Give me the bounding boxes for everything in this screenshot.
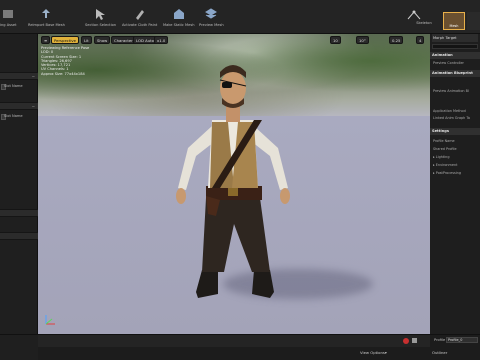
lighting-category[interactable]: ▸ Lighting	[433, 155, 450, 159]
panel-divider	[0, 232, 38, 240]
animation-blueprint-section-header[interactable]: Animation Blueprint	[430, 70, 480, 77]
lit-button[interactable]: Lit	[81, 36, 92, 44]
grid-snap-button[interactable]: 10	[330, 36, 341, 44]
left-panel-footer	[0, 335, 38, 360]
playback-speed-button[interactable]: x1.0	[154, 36, 169, 44]
profile-dropdown[interactable]: Profile_0	[446, 337, 478, 343]
timeline-bar[interactable]	[38, 335, 430, 347]
collapse-icon[interactable]: −	[32, 74, 35, 79]
profile-label: Profile	[434, 338, 446, 342]
preview-mesh-button[interactable]: Preview Mesh	[199, 8, 224, 32]
linked-anim-graph-row: Linked Anim Graph Ta	[433, 116, 470, 120]
preview-anim-bp-row: Preview Animation Bl	[433, 89, 469, 93]
section-selection-button[interactable]: Section Selection	[85, 8, 116, 32]
animation-mode-button[interactable]	[467, 12, 480, 30]
section-selection-label: Section Selection	[85, 23, 117, 27]
preview-mesh-icon	[205, 8, 218, 19]
asset-details-panel: − Slot Name − Slot Name	[0, 34, 38, 360]
cloth-paint-icon	[135, 10, 144, 20]
viewport-toolbar: ≡ Perspective Lit Show Character LOD Aut…	[38, 34, 430, 46]
asset-button[interactable]: ing Asset	[0, 8, 17, 32]
rotation-snap-button[interactable]: 10°	[356, 36, 369, 44]
postprocessing-category[interactable]: ▸ PostProcessing	[433, 171, 461, 175]
make-static-mesh-label: Make Static Mesh	[163, 23, 195, 27]
preview-controller-label: Preview Controller	[433, 61, 464, 65]
record-icon[interactable]	[403, 338, 409, 344]
reimport-label: Reimport Base Mesh	[28, 23, 65, 27]
stat-line: Approx Size: 77x44x184	[41, 71, 85, 76]
slot-name-label: Slot Name	[4, 84, 23, 88]
application-method-label: Application Method	[433, 109, 466, 113]
asset-icon	[3, 10, 14, 18]
shared-profile-label: Shared Profile	[433, 147, 457, 151]
section-header[interactable]: −	[0, 72, 38, 80]
mesh-mode-button[interactable]: Mesh	[443, 12, 465, 30]
bottom-bar: Profile Profile_0 View Options▾ Outliner	[0, 334, 480, 360]
camera-speed-button[interactable]: 4	[416, 36, 425, 44]
section-select-icon	[95, 9, 105, 20]
perspective-button[interactable]: Perspective	[51, 36, 79, 44]
tab-morph-target[interactable]: Morph Target	[432, 34, 478, 42]
preview-anim-bp-label: Preview Animation Bl	[433, 89, 469, 93]
slot-name-label: Slot Name	[4, 114, 23, 118]
application-method-row: Application Method	[433, 109, 466, 113]
preview-scene-settings-panel: Morph Target Animation Preview Controlle…	[430, 34, 480, 360]
static-mesh-icon	[173, 9, 184, 19]
axis-gizmo-icon	[45, 315, 55, 325]
viewport[interactable]: ≡ Perspective Lit Show Character LOD Aut…	[38, 34, 430, 334]
section-header[interactable]: −	[0, 102, 38, 110]
viewport-menu-button[interactable]: ≡	[41, 36, 51, 44]
scale-snap-button[interactable]: 0.25	[389, 36, 404, 44]
reimport-base-mesh-button[interactable]: Reimport Base Mesh	[28, 8, 65, 32]
cloth-paint-label: Activate Cloth Paint	[122, 23, 158, 27]
activate-cloth-paint-button[interactable]: Activate Cloth Paint	[122, 8, 157, 32]
reimport-icon	[42, 9, 51, 18]
character-mesh[interactable]	[158, 48, 308, 308]
skeleton-icon	[407, 10, 421, 20]
profile-name-row: Profile Name	[433, 139, 455, 143]
viewport-stats: Previewing Reference Pose LOD: 0 Current…	[41, 46, 89, 76]
material-slot-row: Slot Name	[0, 82, 38, 92]
profile-name-label: Profile Name	[433, 139, 455, 143]
skeleton-mode-button[interactable]: Skeleton	[407, 10, 441, 32]
preview-mesh-label: Preview Mesh	[199, 23, 224, 27]
make-static-mesh-button[interactable]: Make Static Mesh	[163, 8, 195, 32]
panel-divider	[0, 209, 38, 217]
linked-anim-graph-label: Linked Anim Graph Ta	[433, 116, 470, 120]
search-input[interactable]	[432, 44, 478, 49]
skeleton-mode-label: Skeleton	[416, 21, 432, 25]
material-slot-row: Slot Name	[0, 112, 38, 122]
show-button[interactable]: Show	[94, 36, 111, 44]
environment-category[interactable]: ▸ Environment	[433, 163, 457, 167]
settings-section-header[interactable]: Settings	[430, 128, 480, 135]
animation-section-header[interactable]: Animation	[430, 52, 480, 59]
stop-icon[interactable]	[412, 338, 417, 343]
collapse-icon[interactable]: −	[32, 104, 35, 109]
view-options-button[interactable]: View Options▾	[360, 350, 387, 355]
main-toolbar: ing Asset Reimport Base Mesh Section Sel…	[0, 0, 480, 34]
mesh-mode-label: Mesh	[449, 24, 459, 28]
preview-controller-row: Preview Controller	[433, 61, 464, 65]
shared-profile-row: Shared Profile	[433, 147, 457, 151]
asset-label: ing Asset	[0, 23, 17, 27]
tab-outliner[interactable]: Outliner	[432, 350, 447, 355]
